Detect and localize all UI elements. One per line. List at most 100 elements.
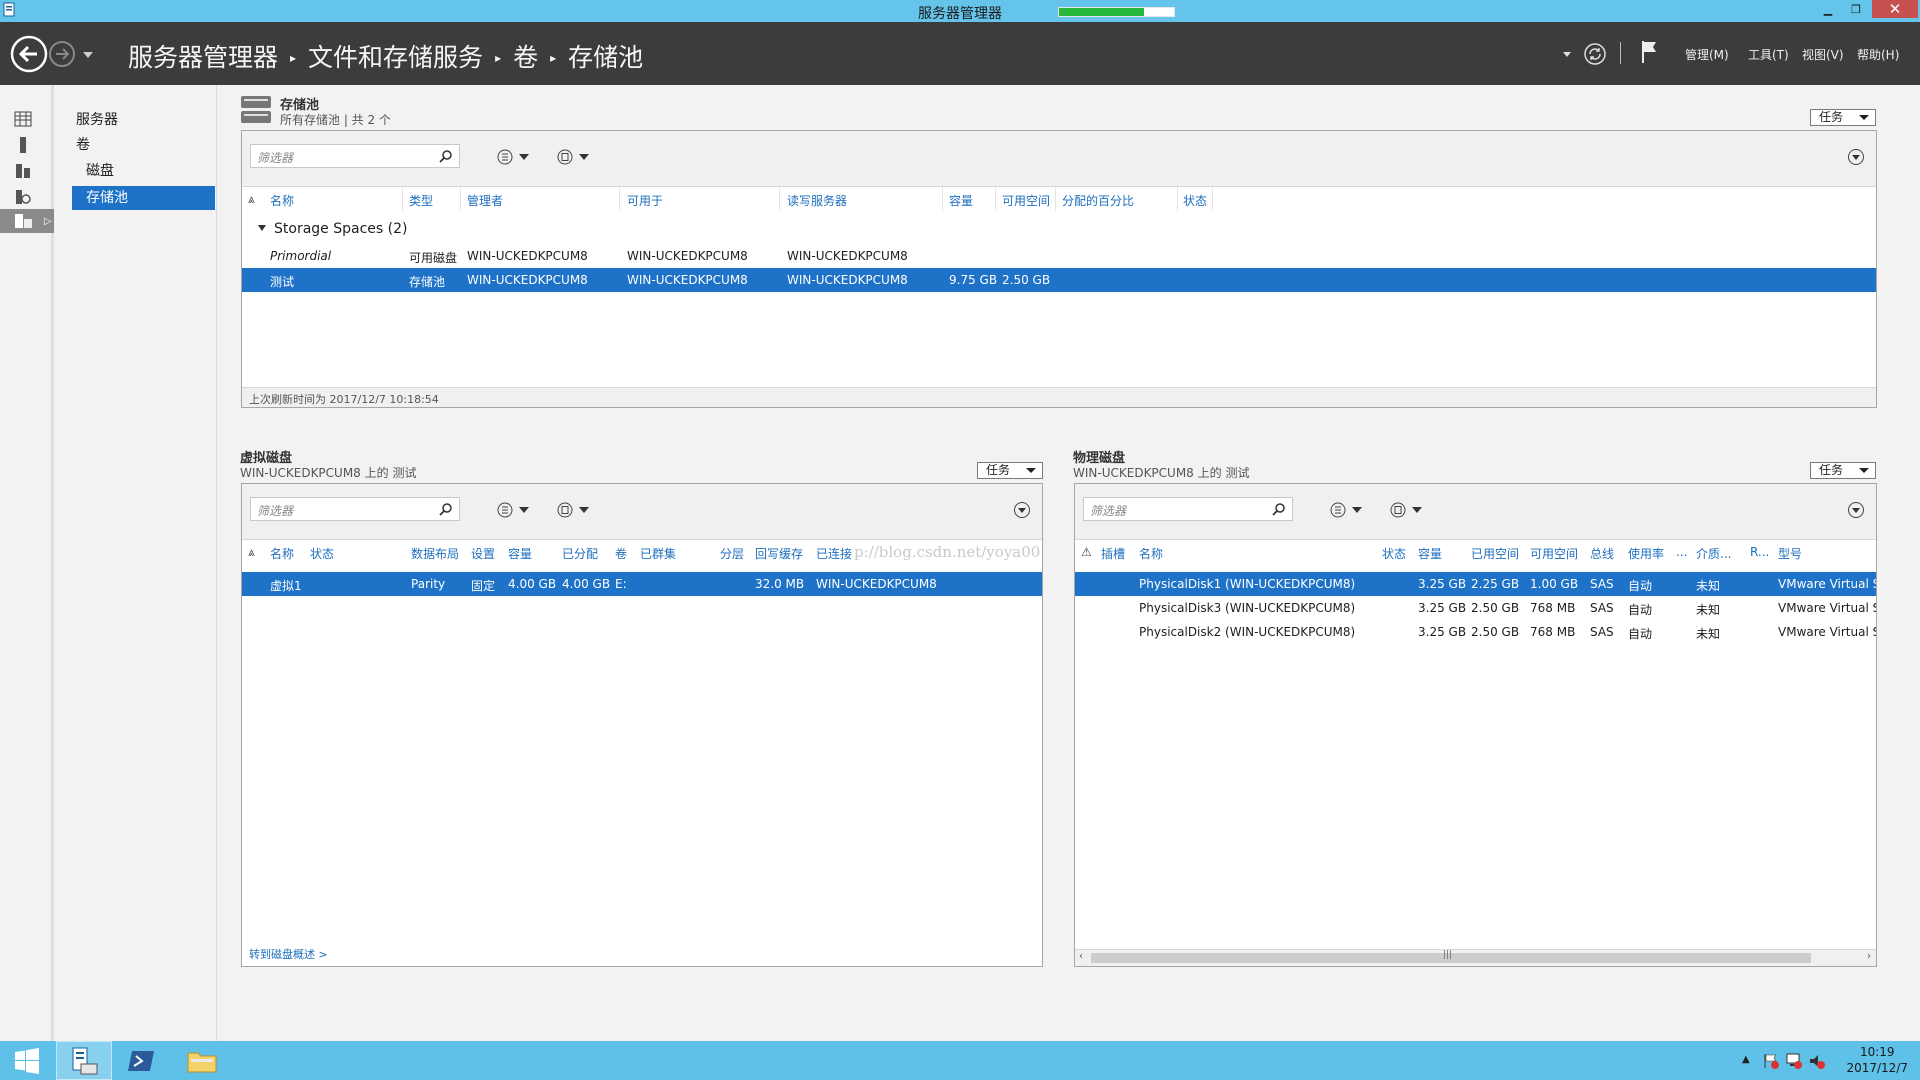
- table-row[interactable]: PhysicalDisk3 (WIN-UCKEDKPCUM8) 3.25 GB …: [1075, 596, 1876, 620]
- sidebar-dashboard[interactable]: [0, 107, 54, 131]
- history-dropdown-icon[interactable]: [83, 52, 93, 58]
- menu-view[interactable]: 视图(V): [1802, 46, 1844, 63]
- table-row-selected[interactable]: PhysicalDisk1 (WIN-UCKEDKPCUM8) 3.25 GB …: [1075, 572, 1876, 596]
- taskbar-server-manager[interactable]: [56, 1041, 112, 1080]
- col-name[interactable]: 名称: [1139, 545, 1163, 562]
- pools-list-options[interactable]: [497, 149, 529, 165]
- col-divider[interactable]: [942, 187, 943, 211]
- volume-icon[interactable]: [1808, 1052, 1826, 1070]
- restore-button[interactable]: ❐: [1843, 0, 1869, 18]
- col-volume[interactable]: 卷: [615, 545, 627, 562]
- storage-pools-tasks-button[interactable]: 任务: [1810, 109, 1876, 126]
- close-button[interactable]: ✕: [1872, 0, 1918, 18]
- col-rw-server[interactable]: 读写服务器: [787, 192, 847, 209]
- col-divider[interactable]: [1055, 187, 1056, 211]
- col-divider[interactable]: [779, 187, 780, 211]
- sidebar-file-storage[interactable]: ▷: [0, 209, 54, 233]
- sidebar-all-servers[interactable]: [0, 159, 54, 183]
- col-divider[interactable]: [402, 187, 403, 211]
- system-clock[interactable]: 10:19 2017/12/7: [1846, 1044, 1908, 1076]
- action-center-icon[interactable]: [1762, 1052, 1780, 1070]
- back-icon[interactable]: [10, 35, 48, 73]
- search-icon[interactable]: [1272, 502, 1286, 516]
- col-percent-allocated[interactable]: 分配的百分比: [1062, 192, 1134, 209]
- group-header-storage-spaces[interactable]: Storage Spaces (2): [258, 221, 407, 237]
- col-media-type[interactable]: 介质...: [1696, 545, 1731, 562]
- col-allocated[interactable]: 已分配: [562, 545, 598, 562]
- col-provisioning[interactable]: 设置: [471, 545, 495, 562]
- table-row[interactable]: Primordial 可用磁盘 WIN-UCKEDKPCUM8 WIN-UCKE…: [242, 244, 1876, 268]
- col-status[interactable]: 状态: [1183, 192, 1207, 209]
- nav-item-disks[interactable]: 磁盘: [72, 159, 215, 183]
- col-capacity[interactable]: 容量: [508, 545, 532, 562]
- pools-expand-icon[interactable]: [1848, 149, 1864, 165]
- col-slot[interactable]: 插槽: [1101, 545, 1125, 562]
- sidebar-iis[interactable]: [0, 185, 54, 209]
- col-clustered[interactable]: 已群集: [640, 545, 676, 562]
- table-row-selected[interactable]: 测试 存储池 WIN-UCKEDKPCUM8 WIN-UCKEDKPCUM8 W…: [242, 268, 1876, 292]
- breadcrumb-volumes[interactable]: 卷: [513, 43, 538, 72]
- search-icon[interactable]: [439, 149, 453, 163]
- breadcrumb-server-manager[interactable]: 服务器管理器: [128, 43, 278, 72]
- horizontal-scrollbar[interactable]: ‹ ||| ›: [1075, 949, 1876, 966]
- scroll-left-icon[interactable]: ‹: [1079, 951, 1083, 962]
- col-free-space[interactable]: 可用空间: [1002, 192, 1050, 209]
- pdisks-filter-input[interactable]: 筛选器: [1083, 497, 1293, 521]
- taskbar-file-explorer[interactable]: [175, 1041, 229, 1080]
- scrollbar-thumb[interactable]: |||: [1091, 950, 1811, 963]
- scroll-right-icon[interactable]: ›: [1867, 951, 1871, 962]
- start-button[interactable]: [0, 1041, 54, 1080]
- virtual-disks-tasks-button[interactable]: 任务: [977, 462, 1043, 479]
- collapse-icon[interactable]: [258, 225, 266, 231]
- col-name[interactable]: 名称: [270, 545, 294, 562]
- col-rpm[interactable]: R...: [1750, 545, 1769, 559]
- show-hidden-icons[interactable]: ▲: [1742, 1054, 1750, 1065]
- col-divider[interactable]: [1177, 187, 1178, 211]
- network-icon[interactable]: [1785, 1052, 1803, 1070]
- table-row[interactable]: PhysicalDisk2 (WIN-UCKEDKPCUM8) 3.25 GB …: [1075, 620, 1876, 644]
- col-capacity[interactable]: 容量: [1418, 545, 1442, 562]
- col-divider[interactable]: [460, 187, 461, 211]
- nav-item-servers[interactable]: 服务器: [72, 108, 215, 132]
- col-more[interactable]: ...: [1676, 545, 1687, 559]
- vdisks-save-query[interactable]: [557, 502, 589, 518]
- pools-save-query[interactable]: [557, 149, 589, 165]
- pools-filter-input[interactable]: 筛选器: [250, 144, 460, 168]
- col-layout[interactable]: 数据布局: [411, 545, 459, 562]
- go-to-disks-overview-link[interactable]: 转到磁盘概述 >: [249, 946, 328, 962]
- pdisks-list-options[interactable]: [1330, 502, 1362, 518]
- sort-icon[interactable]: ⩓: [248, 192, 255, 207]
- sidebar-local-server[interactable]: [0, 133, 54, 157]
- col-divider[interactable]: [1212, 187, 1213, 211]
- col-attached[interactable]: 已连接: [816, 545, 852, 562]
- search-icon[interactable]: [439, 502, 453, 516]
- warning-icon[interactable]: ⚠: [1081, 545, 1092, 559]
- col-status[interactable]: 状态: [310, 545, 334, 562]
- col-capacity[interactable]: 容量: [949, 192, 973, 209]
- pdisks-expand-icon[interactable]: [1848, 502, 1864, 518]
- forward-icon[interactable]: [48, 40, 76, 68]
- nav-item-storage-pools[interactable]: 存储池: [72, 186, 215, 210]
- vdisks-expand-icon[interactable]: [1014, 502, 1030, 518]
- nav-dropdown-icon[interactable]: [1563, 52, 1571, 57]
- minimize-button[interactable]: ▁: [1815, 0, 1841, 18]
- breadcrumb-file-storage[interactable]: 文件和存储服务: [308, 43, 483, 72]
- col-model[interactable]: 型号: [1778, 545, 1802, 562]
- vdisks-filter-input[interactable]: 筛选器: [250, 497, 460, 521]
- table-row-selected[interactable]: 虚拟1 Parity 固定 4.00 GB 4.00 GB E: 32.0 MB…: [242, 572, 1042, 596]
- col-write-cache[interactable]: 回写缓存: [755, 545, 803, 562]
- physical-disks-tasks-button[interactable]: 任务: [1810, 462, 1876, 479]
- col-divider[interactable]: [619, 187, 620, 211]
- taskbar-powershell[interactable]: [115, 1041, 169, 1080]
- notification-flag-icon[interactable]: [1640, 39, 1660, 65]
- col-status[interactable]: 状态: [1382, 545, 1406, 562]
- refresh-icon[interactable]: [1583, 42, 1607, 66]
- col-type[interactable]: 类型: [409, 192, 433, 209]
- nav-item-volumes[interactable]: 卷: [72, 133, 215, 157]
- vdisks-list-options[interactable]: [497, 502, 529, 518]
- col-managed-by[interactable]: 管理者: [467, 192, 503, 209]
- col-usage[interactable]: 使用率: [1628, 545, 1664, 562]
- col-divider[interactable]: [995, 187, 996, 211]
- col-used-space[interactable]: 已用空间: [1471, 545, 1519, 562]
- col-bus[interactable]: 总线: [1590, 545, 1614, 562]
